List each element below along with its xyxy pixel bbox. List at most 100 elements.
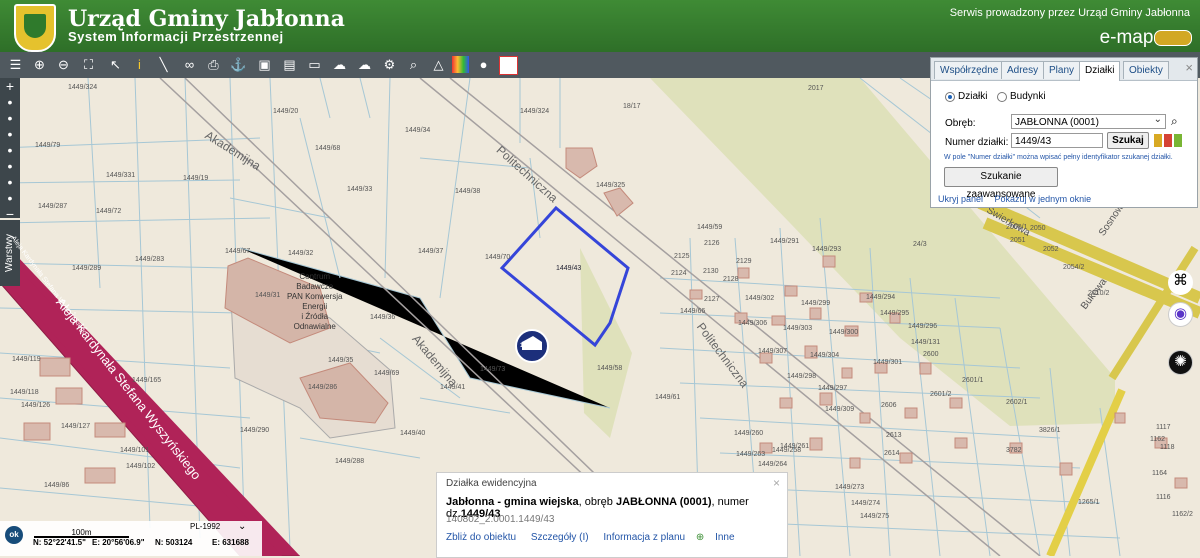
popup-location: Jabłonna - gmina wiejska (446, 496, 579, 508)
chevron-down-icon[interactable]: ⌄ (238, 521, 246, 532)
select-icon[interactable]: ↖ (107, 56, 124, 73)
north-coordinate: N: 503124 (155, 538, 193, 547)
zoom-out-icon[interactable]: ⊖ (55, 56, 72, 73)
parcel-label: 2127 (704, 296, 720, 303)
parcel-label: 1449/298 (787, 373, 817, 380)
info-icon[interactable]: i (131, 56, 148, 73)
comment-icon[interactable]: ▭ (306, 56, 323, 73)
zoom-extent-icon[interactable]: ⛶ (80, 56, 97, 73)
advanced-search-button[interactable]: Szukanie zaawansowane (944, 167, 1058, 200)
obreb-label: Obręb: (945, 118, 976, 129)
parcel-label: 1449/300 (829, 329, 859, 336)
cloud-upload-icon[interactable]: ☁ (356, 56, 373, 73)
panel-links: Ukryj panel Pokazuj w jednym oknie (938, 194, 1091, 204)
anchor-icon[interactable]: ⚓ (230, 56, 247, 73)
popup-close-icon[interactable]: × (773, 476, 780, 490)
triangle-icon[interactable]: △ (430, 56, 447, 73)
details-link[interactable]: Szczegóły (I) (531, 532, 589, 543)
lat-coordinate: N: 52°22'41.5" (33, 538, 86, 547)
parcel-label: 2128 (723, 276, 739, 283)
parcel-label: 1449/86 (44, 482, 70, 489)
show-one-window-link[interactable]: Pokazuj w jednym oknie (995, 194, 1092, 204)
measure-icon[interactable]: ╲ (155, 56, 172, 73)
parcel-label: 1449/40 (400, 430, 426, 437)
network-icon[interactable]: ✺ (1168, 350, 1193, 375)
layers-icon[interactable]: ☰ (7, 56, 24, 73)
search-button[interactable]: Szukaj (1107, 132, 1149, 149)
tab-adresy[interactable]: Adresy (1001, 61, 1045, 79)
search-map-icon[interactable]: ⌕ (405, 56, 422, 73)
parcel-label: 1449/79 (35, 142, 61, 149)
parcel-label: 1449/283 (135, 256, 165, 263)
parcel-number-label: Numer działki: (945, 137, 1009, 148)
parcel-label: 1449/73 (480, 366, 506, 373)
copy-icon[interactable]: ▣ (256, 56, 273, 73)
parcel-label: 1449/324 (68, 84, 98, 91)
close-panel-icon[interactable]: × (1185, 60, 1193, 75)
parcel-label: 1449/304 (810, 352, 840, 359)
parcel-label: 1449/33 (347, 186, 373, 193)
parcel-label: 1449/165 (132, 377, 162, 384)
layout-icon[interactable]: ▤ (281, 56, 298, 73)
parcel-label: 1118 (1160, 444, 1175, 451)
radio-selected-icon[interactable] (945, 91, 955, 102)
color-red-icon[interactable] (1164, 134, 1172, 147)
parcel-label: 24/3 (913, 241, 927, 248)
parcel-label: 1164 (1152, 470, 1168, 477)
radio-dzialki[interactable]: Działki (945, 91, 987, 102)
link-icon[interactable]: ∞ (181, 56, 198, 73)
layers-button[interactable]: Warstwy (0, 220, 20, 286)
parcel-label: 1449/260 (734, 430, 764, 437)
palette-icon[interactable] (452, 56, 469, 73)
popup-header: Działka ewidencyjna (446, 478, 537, 489)
poi-line: i Źródła (301, 312, 329, 321)
tab-wspolrzedne[interactable]: Współrzędne (934, 61, 1005, 79)
add-icon[interactable]: ⊕ (696, 532, 704, 543)
parcel-label: 2601/1 (962, 377, 984, 384)
parcel-label: 2130 (703, 268, 719, 275)
search-icon[interactable]: ⌕ (1171, 114, 1178, 129)
robot-icon[interactable]: ◉ (1168, 302, 1193, 327)
parcel-label: 3782 (1006, 447, 1022, 454)
zoom-in-icon[interactable]: ⊕ (31, 56, 48, 73)
zoom-to-object-link[interactable]: Zbliż do obiektu (446, 532, 516, 543)
other-link[interactable]: Inne (715, 532, 734, 543)
red-square-icon[interactable] (499, 56, 518, 75)
parcel-label: 1449/302 (745, 295, 775, 302)
settings-icon[interactable]: ⚙ (381, 56, 398, 73)
ok-button[interactable]: ok (5, 526, 23, 544)
parcel-label: 1449/273 (835, 484, 865, 491)
parcel-label: 1449/296 (908, 323, 938, 330)
tab-obiekty[interactable]: Obiekty (1123, 61, 1169, 79)
crs-select[interactable]: PL-1992 (190, 522, 220, 531)
parcel-marker-label[interactable]: 1449/43 (520, 343, 542, 349)
poi-line: Centrum (299, 272, 331, 281)
parcel-label: 1449/325 (596, 182, 626, 189)
zoom-control[interactable]: + • • • • • • • − (0, 78, 20, 222)
parcel-label: 1449/287 (38, 203, 68, 210)
parcel-label: 1449/101 (120, 447, 150, 454)
grid-tool-icon[interactable]: ⌘ (1168, 270, 1193, 295)
parcel-label: 1449/264 (758, 461, 788, 468)
tab-plany[interactable]: Plany (1043, 61, 1081, 79)
print-icon[interactable]: ⎙ (205, 56, 222, 73)
parcel-label: 1449/58 (597, 365, 623, 372)
obreb-select[interactable]: JABŁONNA (0001) (1011, 112, 1166, 129)
east-coordinate: E: 631688 (212, 538, 249, 547)
hide-panel-link[interactable]: Ukryj panel (938, 194, 983, 204)
radio-unselected-icon[interactable] (997, 91, 1007, 102)
cloud-icon[interactable]: ☁ (331, 56, 348, 73)
marker-icon[interactable]: ● (475, 56, 492, 73)
parcel-label: 2125 (674, 253, 690, 260)
color-green-icon[interactable] (1174, 134, 1182, 147)
parcel-label: 1449/286 (308, 384, 338, 391)
radio-budynki[interactable]: Budynki (997, 91, 1046, 102)
color-yellow-icon[interactable] (1154, 134, 1162, 147)
parcel-label: 2052 (1043, 246, 1059, 253)
tab-dzialki[interactable]: Działki (1079, 61, 1121, 81)
radio-dzialki-label: Działki (958, 91, 988, 102)
parcel-number-input[interactable]: 1449/43 (1011, 133, 1103, 148)
parcel-label: 2124 (671, 270, 687, 277)
parcel-label: 1449/289 (72, 265, 102, 272)
plan-info-link[interactable]: Informacja z planu (603, 532, 685, 543)
